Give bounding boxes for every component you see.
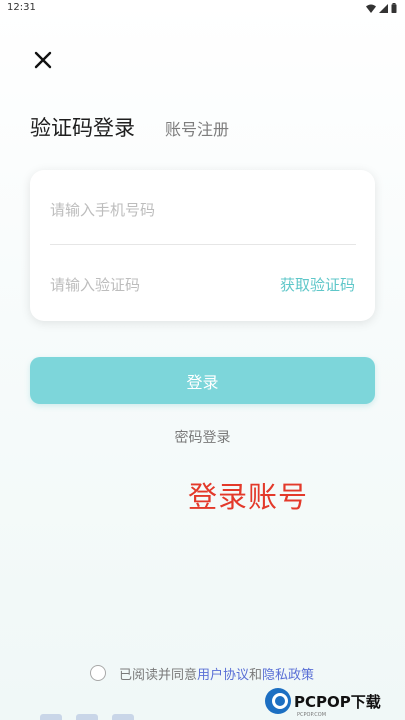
tab-account-register[interactable]: 账号注册 [165, 116, 229, 140]
user-agreement-link[interactable]: 用户协议 [197, 664, 249, 683]
close-icon [34, 51, 52, 69]
login-button[interactable]: 登录 [30, 357, 375, 404]
overlay-caption: 登录账号 [188, 480, 309, 514]
status-bar: 12:31 [0, 0, 405, 16]
watermark: PCPOP下载 PCPOP.COM [265, 682, 405, 720]
status-icons [366, 2, 397, 14]
agreement-checkbox[interactable] [90, 665, 106, 681]
close-button[interactable] [30, 47, 56, 73]
watermark-text: PCPOP下载 [294, 692, 381, 711]
get-code-button[interactable]: 获取验证码 [280, 269, 355, 299]
tab-code-login[interactable]: 验证码登录 [30, 112, 135, 142]
pcpop-logo-icon [265, 688, 291, 714]
status-time: 12:31 [7, 2, 36, 13]
verification-code-input[interactable]: 请输入验证码 [50, 269, 270, 299]
nav-bar [0, 714, 270, 720]
password-login-link[interactable]: 密码登录 [0, 427, 405, 447]
nav-item [76, 714, 98, 720]
field-divider [50, 244, 356, 245]
watermark-subtext: PCPOP.COM [297, 712, 327, 718]
signal-icon [379, 3, 388, 13]
agreement-prefix: 已阅读并同意 [119, 667, 198, 683]
phone-input[interactable]: 请输入手机号码 [50, 194, 356, 224]
nav-item [40, 714, 62, 720]
agreement-and: 和 [249, 667, 263, 683]
login-form-card: 请输入手机号码 请输入验证码 获取验证码 [30, 170, 375, 321]
privacy-policy-link[interactable]: 隐私政策 [262, 664, 314, 683]
wifi-icon [366, 4, 376, 13]
nav-item [112, 714, 134, 720]
agreement-row: 已阅读并同意 用户协议 和 隐私政策 [90, 663, 314, 683]
battery-icon [391, 3, 397, 13]
